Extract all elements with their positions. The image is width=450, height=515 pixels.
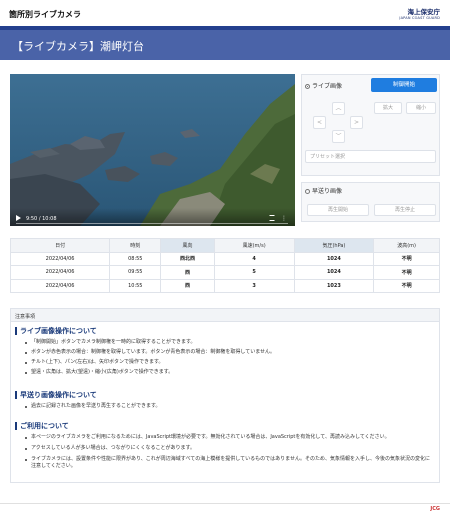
control-start-button[interactable]: 制御開始 (371, 78, 437, 92)
list-item: 過去に記録された画像を早送り再生することができます。 (31, 403, 431, 410)
tilt-up-button[interactable]: ︿ (332, 102, 345, 115)
weather-table: 日付 時刻 風向 風速(m/s) 気圧(hPa) 波高(m) 2022/04/0… (10, 238, 440, 293)
fast-image-label[interactable]: 早送り画像 (305, 186, 342, 195)
play-start-button[interactable]: 再生開始 (307, 204, 369, 216)
page-title: 【ライブカメラ】潮岬灯台 (12, 38, 144, 54)
cell-time: 08:55 (110, 252, 161, 266)
cell-date: 2022/04/06 (11, 279, 110, 293)
zoom-out-button[interactable]: 縮小 (406, 102, 436, 114)
notes-panel: 注意事項 ライブ画像操作について 「制御開始」ボタンでカメラ制御権を一時的に取得… (10, 308, 440, 483)
cell-wind-direction: 西 (161, 279, 214, 293)
table-row: 2022/04/06 09:55 西 5 1024 不明 (11, 266, 440, 280)
preset-select[interactable]: プリセット選択 (305, 150, 436, 163)
live-image-label[interactable]: ライブ画像 (305, 81, 342, 90)
site-title: 箇所別ライブカメラ (9, 9, 81, 20)
cell-pressure: 1023 (294, 279, 374, 293)
top-header: 箇所別ライブカメラ 海上保安庁 JAPAN COAST GUARD (0, 0, 450, 26)
more-options-icon[interactable]: ⋮ (281, 216, 287, 222)
cell-time: 09:55 (110, 266, 161, 280)
fast-radio-icon[interactable] (305, 189, 310, 194)
play-stop-button[interactable]: 再生停止 (374, 204, 436, 216)
table-header-row: 日付 時刻 風向 風速(m/s) 気圧(hPa) 波高(m) (11, 239, 440, 253)
cell-wind-direction: 西北西 (161, 252, 214, 266)
cell-date: 2022/04/06 (11, 252, 110, 266)
table-row: 2022/04/06 08:55 西北西 4 1024 不明 (11, 252, 440, 266)
list-item: ライブカメラには、設置条件や性能に限界があり、これが周辺海域すべての海上模様を提… (31, 456, 431, 470)
cell-wind-speed: 4 (214, 252, 294, 266)
cell-wind-speed: 3 (214, 279, 294, 293)
video-progress-bar[interactable] (16, 223, 288, 224)
logo-jp: 海上保安庁 (399, 6, 440, 16)
section-title-fast: 早送り画像操作について (15, 391, 97, 399)
cell-pressure: 1024 (294, 266, 374, 280)
cell-wind-speed: 5 (214, 266, 294, 280)
col-date: 日付 (11, 239, 110, 253)
video-time: 9:50 / 10:08 (26, 216, 57, 222)
table-row: 2022/04/06 10:55 西 3 1023 不明 (11, 279, 440, 293)
play-icon[interactable] (16, 215, 21, 221)
cell-pressure: 1024 (294, 252, 374, 266)
footer-logo[interactable]: JCG (430, 506, 440, 512)
fullscreen-icon[interactable] (269, 215, 275, 221)
pan-right-button[interactable]: > (350, 116, 363, 129)
notes-header: 注意事項 (11, 309, 439, 322)
live-video[interactable]: 9:50 / 10:08 ⋮ (10, 74, 295, 226)
live-control-panel: ライブ画像 制御開始 ︿ < > ﹀ 拡大 縮小 プリセット選択 (301, 74, 440, 176)
cell-date: 2022/04/06 (11, 266, 110, 280)
list-item: チルト(上下)、パン(左右)は、矢印ボタンで操作できます。 (31, 359, 431, 366)
footer-divider (0, 503, 450, 504)
section-title-usage: ご利用について (15, 422, 69, 430)
pan-left-button[interactable]: < (313, 116, 326, 129)
col-time: 時刻 (110, 239, 161, 253)
col-wave-height: 波高(m) (374, 239, 440, 253)
logo-en: JAPAN COAST GUARD (399, 16, 440, 20)
list-item: ボタンが赤色表示の場合：制御権を取得しています。ボタンが青色表示の場合：制御権を… (31, 349, 431, 356)
list-item: 望遠・広角は、拡大(望遠)・縮小(広角)ボタンで操作できます。 (31, 369, 431, 376)
cell-wind-direction: 西 (161, 266, 214, 280)
section-title-live: ライブ画像操作について (15, 327, 97, 335)
col-pressure: 気圧(hPa) (294, 239, 374, 253)
cell-wave-height: 不明 (374, 252, 440, 266)
col-wind-direction: 風向 (161, 239, 214, 253)
col-wind-speed: 風速(m/s) (214, 239, 294, 253)
cell-wave-height: 不明 (374, 266, 440, 280)
zoom-in-button[interactable]: 拡大 (374, 102, 402, 114)
list-item: 本ページのライブカメラをご利用になるためには、JavaScript環境が必要です… (31, 434, 431, 441)
cell-wave-height: 不明 (374, 279, 440, 293)
fast-forward-panel: 早送り画像 再生開始 再生停止 (301, 182, 440, 222)
live-radio-icon[interactable] (305, 84, 310, 89)
jcg-logo[interactable]: 海上保安庁 JAPAN COAST GUARD (399, 6, 440, 20)
list-item: アクセスしている人が多い場合は、つながりにくくなることがあります。 (31, 445, 431, 452)
coast-scene-image (10, 74, 295, 226)
cell-time: 10:55 (110, 279, 161, 293)
tilt-down-button[interactable]: ﹀ (332, 130, 345, 143)
list-item: 「制御開始」ボタンでカメラ制御権を一時的に取得することができます。 (31, 339, 431, 346)
